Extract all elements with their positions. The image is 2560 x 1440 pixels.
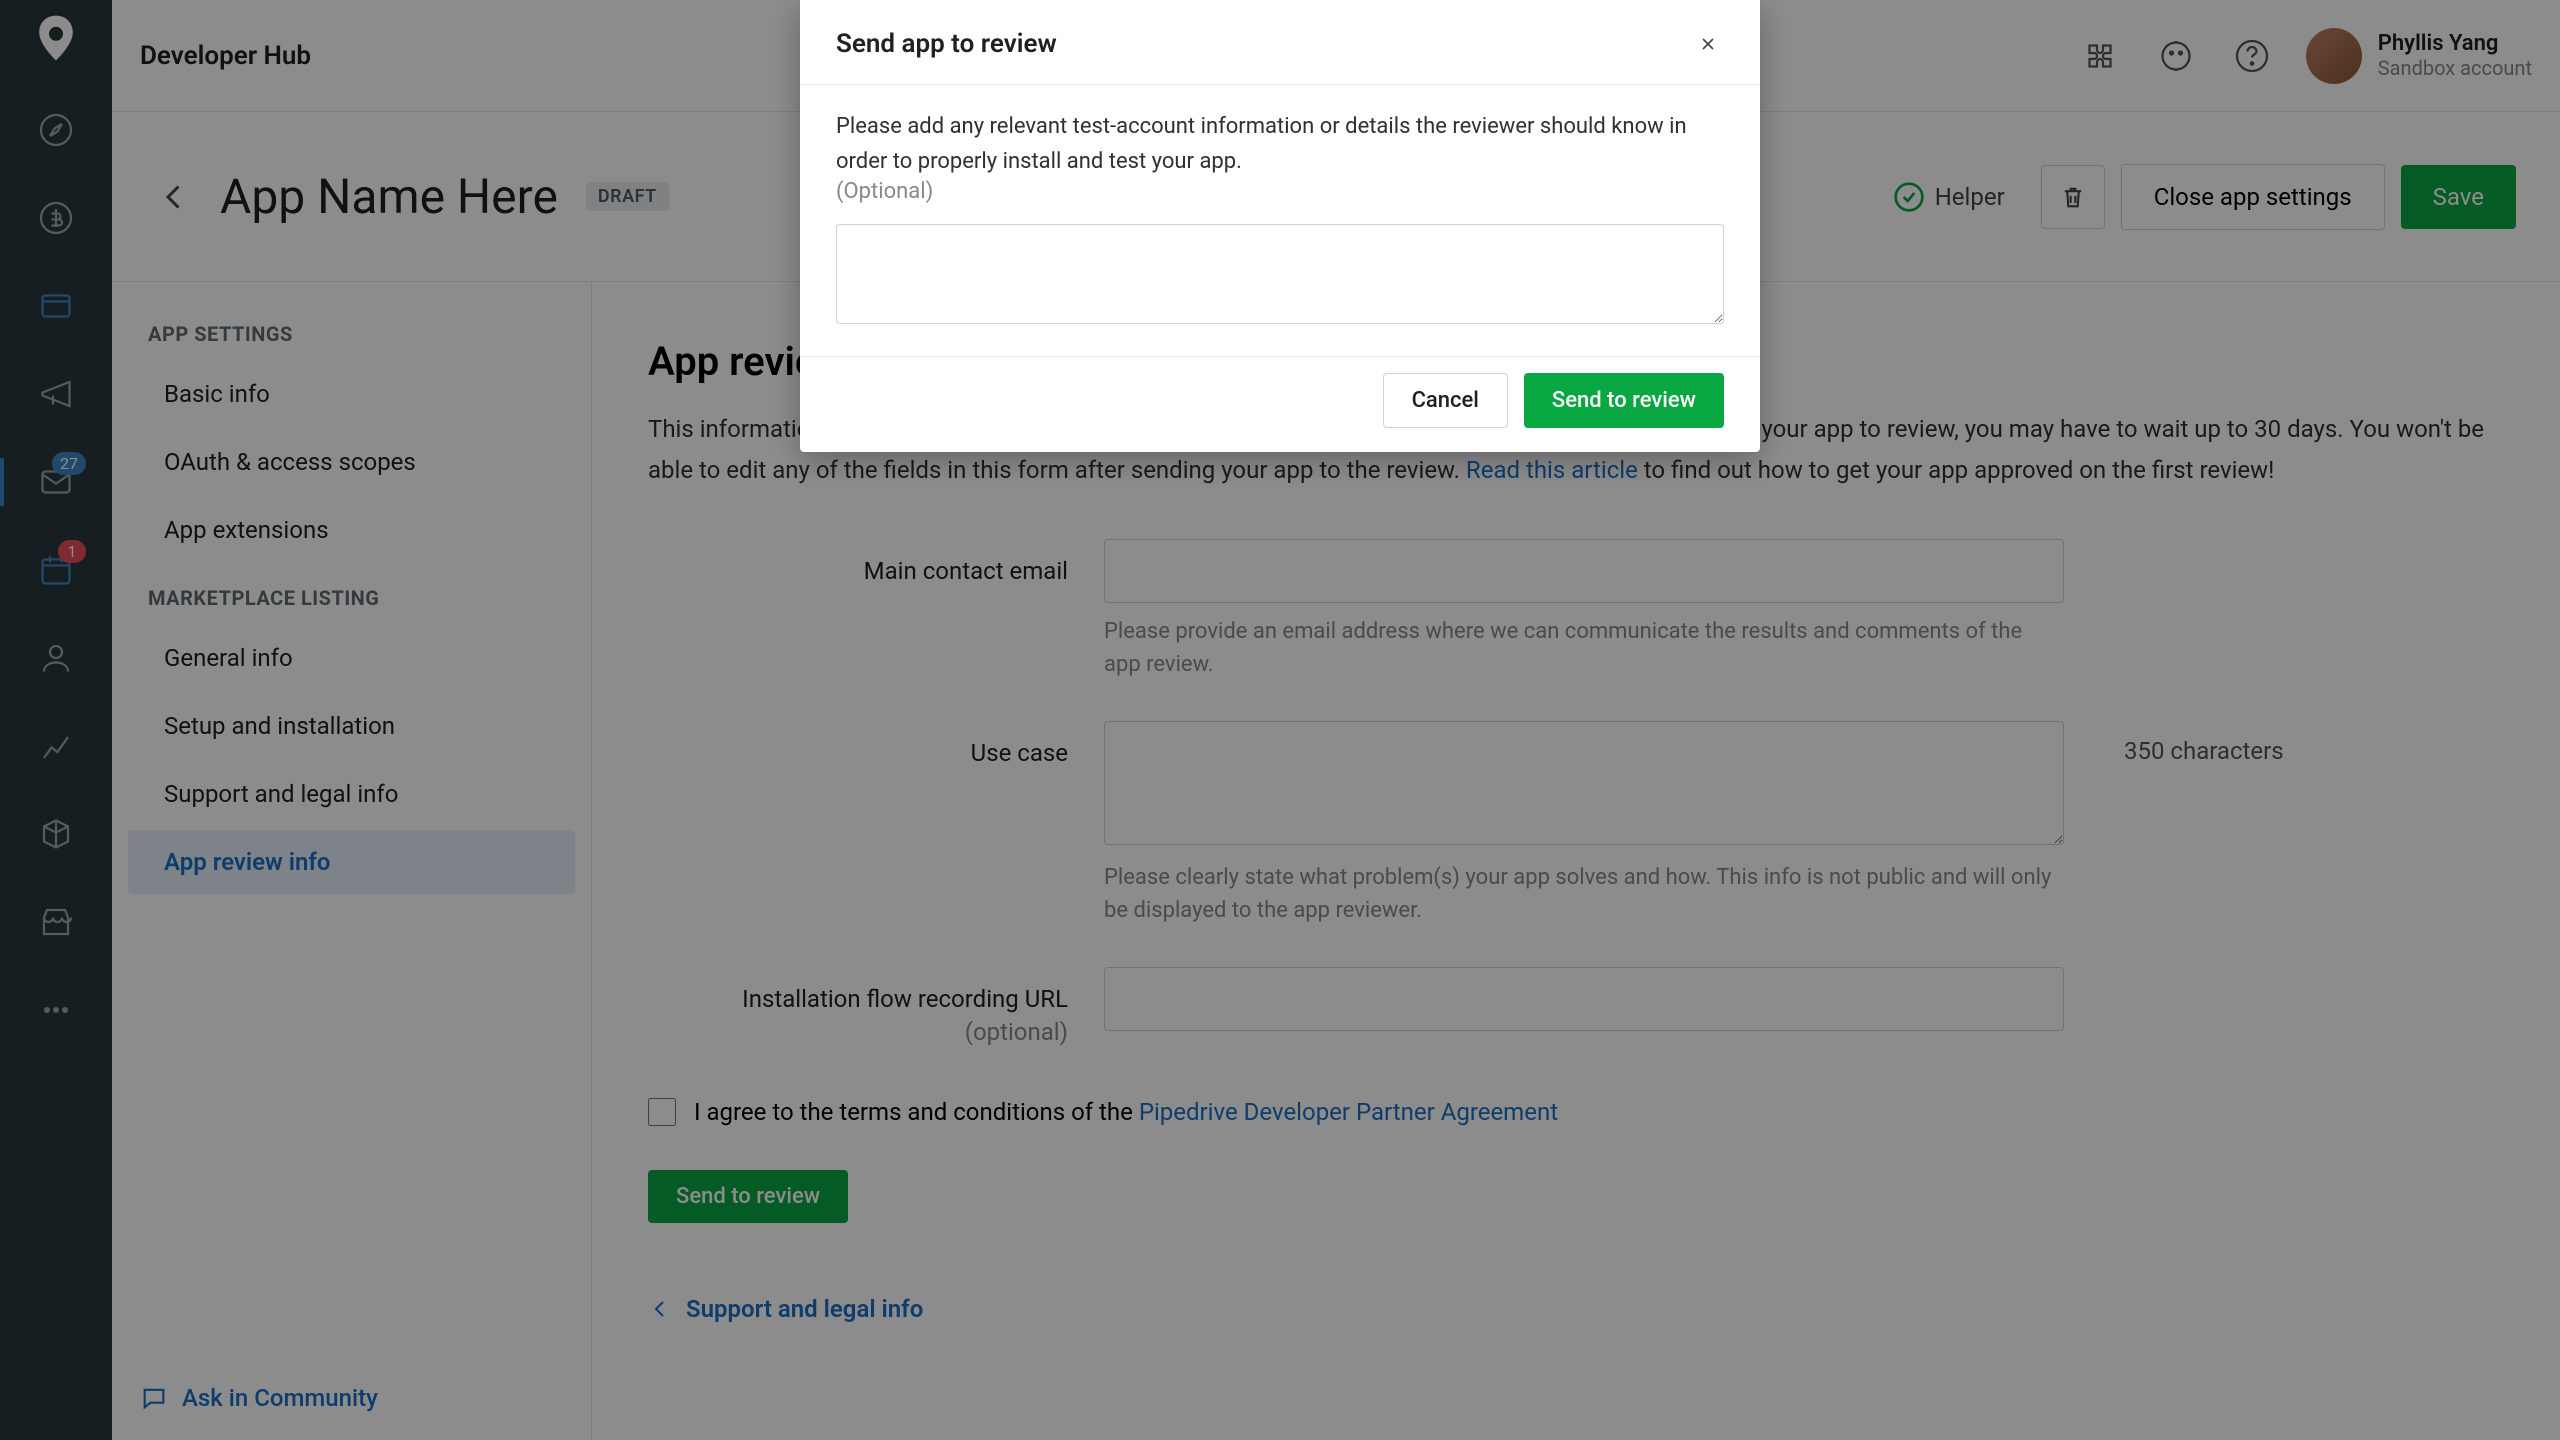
modal-title: Send app to review: [836, 29, 1057, 59]
cancel-button[interactable]: Cancel: [1383, 373, 1508, 428]
modal-textarea[interactable]: [836, 224, 1724, 324]
close-icon[interactable]: [1692, 28, 1724, 60]
modal-optional-label: (Optional): [836, 179, 1724, 204]
send-review-modal: Send app to review Please add any releva…: [800, 0, 1760, 452]
send-review-confirm-button[interactable]: Send to review: [1524, 373, 1724, 428]
modal-description: Please add any relevant test-account inf…: [836, 109, 1724, 179]
modal-overlay[interactable]: Send app to review Please add any releva…: [0, 0, 2560, 1440]
